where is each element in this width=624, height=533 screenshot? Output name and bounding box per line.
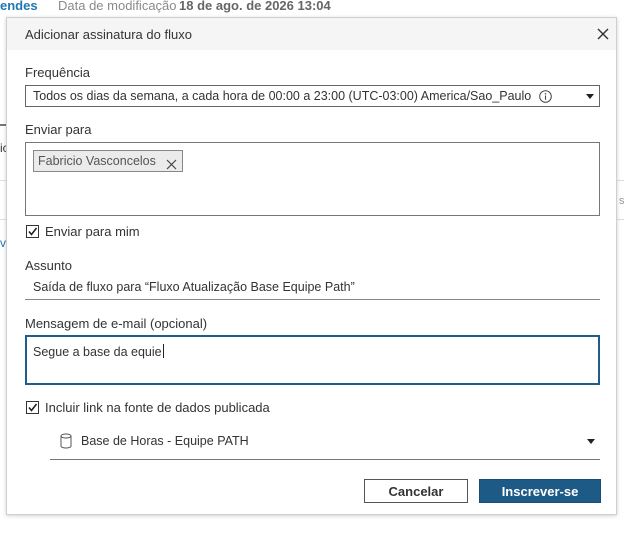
send-to-me-label: Enviar para mim xyxy=(45,224,140,239)
message-textarea[interactable]: Segue a base da equie xyxy=(25,335,600,385)
frequency-value: Todos os dias da semana, a cada hora de … xyxy=(33,89,532,103)
recipients-field[interactable]: Fabricio Vasconcelos xyxy=(25,142,600,216)
modified-label: Data de modificação xyxy=(58,0,177,13)
dialog-header: Adicionar assinatura do fluxo xyxy=(7,18,616,50)
database-icon xyxy=(60,433,72,449)
send-to-me-checkbox[interactable] xyxy=(26,225,39,238)
text-cursor xyxy=(162,344,164,358)
recipient-chip: Fabricio Vasconcelos xyxy=(33,150,183,172)
include-link-label: Incluir link na fonte de dados publicada xyxy=(45,400,270,415)
modified-date: 18 de ago. de 2026 13:04 xyxy=(179,0,331,13)
data-source-value: Base de Horas - Equipe PATH xyxy=(81,434,249,448)
message-label: Mensagem de e-mail (opcional) xyxy=(25,316,208,331)
subject-label: Assunto xyxy=(25,258,72,273)
chevron-down-icon xyxy=(587,439,595,444)
chevron-down-icon xyxy=(586,94,594,99)
subject-input[interactable]: Saída de fluxo para “Fluxo Atualização B… xyxy=(25,276,600,300)
info-icon[interactable] xyxy=(539,90,552,103)
subscribe-button[interactable]: Inscrever-se xyxy=(479,479,601,503)
check-icon xyxy=(28,227,38,236)
close-icon[interactable] xyxy=(595,26,611,42)
data-source-select[interactable]: Base de Horas - Equipe PATH xyxy=(50,427,600,460)
page: endes Data de modificação 18 de ago. de … xyxy=(0,0,624,533)
background-link[interactable]: endes xyxy=(0,0,38,13)
background-text-fragment: s xyxy=(619,195,624,207)
frequency-label: Frequência xyxy=(25,65,91,80)
check-icon xyxy=(28,403,38,412)
frequency-select[interactable]: Todos os dias da semana, a cada hora de … xyxy=(25,85,600,107)
remove-icon[interactable] xyxy=(166,156,177,170)
dialog-title: Adicionar assinatura do fluxo xyxy=(25,27,192,42)
cancel-button[interactable]: Cancelar xyxy=(364,479,468,503)
subscription-dialog: Adicionar assinatura do fluxo Frequência… xyxy=(6,17,617,515)
recipient-name: Fabricio Vasconcelos xyxy=(38,154,156,168)
send-to-label: Enviar para xyxy=(25,122,92,137)
include-link-checkbox[interactable] xyxy=(26,401,39,414)
message-value: Segue a base da equie xyxy=(33,345,162,359)
subject-value: Saída de fluxo para “Fluxo Atualização B… xyxy=(33,280,355,294)
